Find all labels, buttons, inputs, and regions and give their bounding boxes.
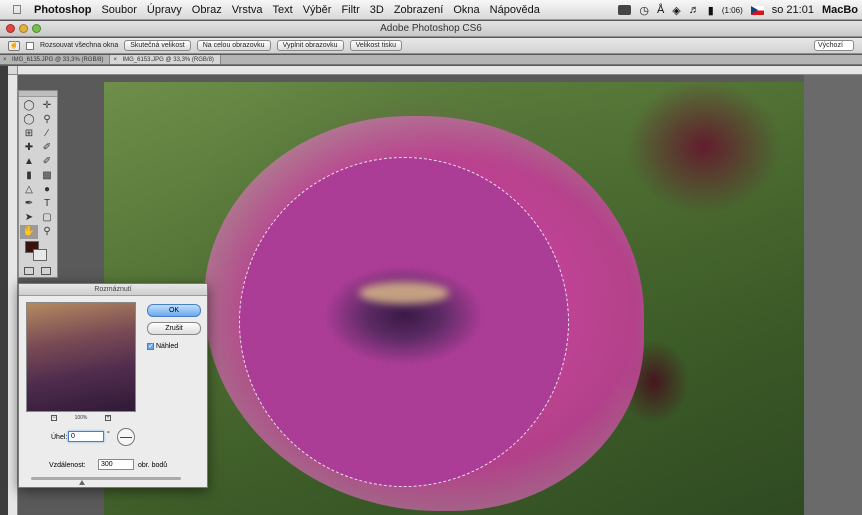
ok-button[interactable]: OK [147,304,201,317]
marquee-tool-icon[interactable]: ◯ [20,99,38,113]
horizontal-ruler[interactable] [18,66,862,75]
blur-tool-icon[interactable]: △ [20,183,38,197]
menu-vyber[interactable]: Výběr [303,4,332,16]
pen-tool-icon[interactable]: ✒ [20,197,38,211]
menu-napoveda[interactable]: Nápověda [490,4,540,16]
ruler-corner[interactable] [8,66,18,75]
rectangle-tool-icon[interactable]: ▢ [38,211,56,225]
workspace-select[interactable]: Výchozí [814,40,854,51]
panel-edge [0,66,8,515]
zoom-tool-icon[interactable]: ⚲ [38,225,56,239]
menu-obraz[interactable]: Obraz [192,4,222,16]
apple-icon[interactable]:  [12,2,26,17]
input-source-flag-icon[interactable] [750,5,764,15]
motion-blur-dialog: Rozmáznutí − 100% + OK Zrušit ✓ Náhled Ú… [18,283,208,488]
zoom-in-button[interactable]: + [104,415,111,421]
crop-tool-icon[interactable]: ⊞ [20,127,38,141]
dodge-tool-icon[interactable]: ● [38,183,56,197]
screen-mode-icon[interactable] [41,267,51,275]
actual-pixels-button[interactable]: Skutečná velikost [124,40,191,51]
brush-tool-icon[interactable]: ✐ [38,141,56,155]
elliptical-selection[interactable] [239,157,569,487]
clock[interactable]: so 21:01 [772,4,814,16]
background-color-swatch[interactable] [33,249,47,261]
quick-mask-icon[interactable] [24,267,34,275]
hand-tool-icon-panel[interactable]: ✋ [20,225,38,239]
tab-img-6135[interactable]: IMG_6135.JPG @ 33,3% (RGB/8) [0,55,111,65]
vertical-ruler[interactable] [8,75,18,515]
zoom-level: 100% [74,415,88,421]
image-canvas[interactable] [104,82,804,515]
dialog-title[interactable]: Rozmáznutí [19,284,207,296]
angle-unit: ° [107,431,110,438]
move-tool-icon[interactable]: ✛ [38,99,56,113]
path-selection-tool-icon[interactable]: ➤ [20,211,38,225]
window-title-bar: Adobe Photoshop CS6 [0,21,862,37]
menu-vrstva[interactable]: Vrstva [232,4,263,16]
distance-label: Vzdálenost: [49,462,86,469]
eraser-tool-icon[interactable]: ▮ [20,169,38,183]
filter-preview[interactable] [26,302,136,412]
pasteboard [804,75,862,515]
paint-bucket-tool-icon[interactable]: ▩ [38,169,56,183]
menu-bar:  Photoshop Soubor Úpravy Obraz Vrstva T… [0,0,862,20]
app-menu[interactable]: Photoshop [34,4,91,16]
quick-selection-tool-icon[interactable]: ⚲ [38,113,56,127]
status-menu: ◷ Å ◈ ♬ ▮ (1:06) so 21:01 MacBo [618,0,858,20]
fill-screen-button[interactable]: Vyplnit obrazovku [276,40,344,51]
screen-icon[interactable] [618,5,632,15]
tools-panel: ◯ ✛ ◯ ⚲ ⊞ ∕ ✚ ✐ ▲ ✐ ▮ ▩ △ ● ✒ T ➤ ▢ ✋ ⚲ [18,90,58,278]
preview-zoom-controls: − 100% + [51,415,111,421]
preview-checkbox[interactable]: ✓ Náhled [147,343,178,350]
zoom-out-button[interactable]: − [51,415,57,421]
angle-label: Úhel: [51,434,68,441]
hand-tool-icon[interactable]: ☝ [8,40,20,51]
distance-slider-thumb[interactable] [79,480,85,485]
preview-label: Náhled [156,343,179,350]
volume-icon[interactable]: ♬ [689,4,700,16]
blurred-stamen [359,282,449,304]
menu-okna[interactable]: Okna [453,4,479,16]
fit-screen-button[interactable]: Na celou obrazovku [196,40,271,51]
host-name[interactable]: MacBo [822,4,858,16]
menu-text[interactable]: Text [273,4,293,16]
eyedropper-tool-icon[interactable]: ∕ [38,127,56,141]
angle-dial[interactable] [117,428,135,446]
tab-img-6153[interactable]: IMG_6153.JPG @ 33,3% (RGB/8) [110,55,221,65]
print-size-button[interactable]: Velikost tisku [349,40,403,51]
options-bar: ☝ Rozsouvat všechna okna Skutečná veliko… [0,38,862,54]
battery-icon[interactable]: ▮ [708,4,714,17]
history-brush-tool-icon[interactable]: ✐ [38,155,56,169]
clone-stamp-tool-icon[interactable]: ▲ [20,155,38,169]
lasso-tool-icon[interactable]: ◯ [20,113,38,127]
scroll-all-windows-label: Rozsouvat všechna okna [40,42,119,49]
distance-unit: obr. bodů [138,462,168,469]
menu-upravy[interactable]: Úpravy [147,4,182,16]
menu-soubor[interactable]: Soubor [101,4,136,16]
distance-slider[interactable] [31,477,181,480]
time-machine-icon[interactable]: ◷ [639,4,649,17]
scroll-all-windows-checkbox[interactable] [26,41,34,50]
document-tabs: IMG_6135.JPG @ 33,3% (RGB/8) IMG_6153.JP… [0,55,862,65]
menu-filtr[interactable]: Filtr [341,4,359,16]
type-tool-icon[interactable]: T [38,197,56,211]
menu-zobrazeni[interactable]: Zobrazení [394,4,444,16]
angle-input[interactable]: 0 [68,431,104,442]
wifi-icon[interactable]: ◈ [672,4,680,17]
menu-3d[interactable]: 3D [370,4,384,16]
checkmark-icon[interactable]: ✓ [147,343,154,350]
cancel-button[interactable]: Zrušit [147,322,201,335]
bluetooth-icon[interactable]: Å [657,4,664,16]
distance-input[interactable]: 300 [98,459,134,470]
healing-brush-tool-icon[interactable]: ✚ [20,141,38,155]
battery-time: (1:06) [721,5,743,15]
window-title: Adobe Photoshop CS6 [380,23,482,34]
